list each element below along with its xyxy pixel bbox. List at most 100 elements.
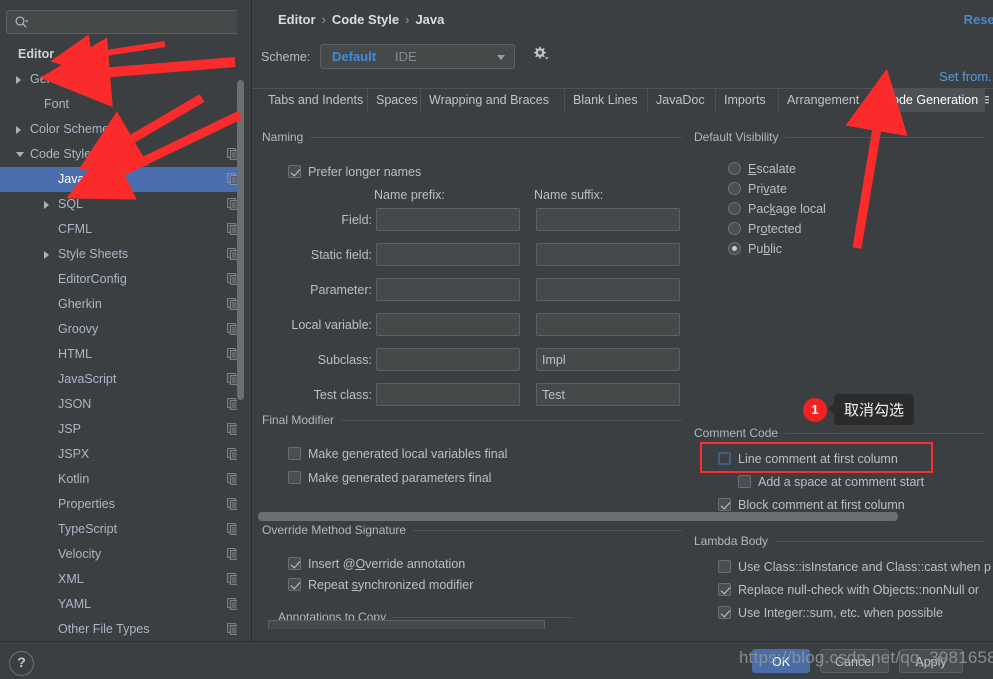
sidebar-item-xml[interactable]: XML — [0, 567, 251, 592]
sidebar-item-properties[interactable]: Properties — [0, 492, 251, 517]
sidebar-item-jspx[interactable]: JSPX — [0, 442, 251, 467]
lambda-body-checkbox[interactable] — [718, 606, 731, 619]
naming-prefix-input[interactable] — [376, 278, 520, 301]
visibility-label: Package local — [748, 202, 826, 216]
content-hscrollbar-thumb[interactable] — [258, 512, 898, 521]
naming-prefix-input[interactable] — [376, 313, 520, 336]
sidebar-item-font[interactable]: Font — [0, 92, 251, 117]
sidebar-item-general[interactable]: General — [0, 67, 251, 92]
sidebar-item-gherkin[interactable]: Gherkin — [0, 292, 251, 317]
settings-tree[interactable]: Editor General Font Color Scheme Code Style J… — [0, 42, 251, 638]
sidebar-item-color-scheme[interactable]: Color Scheme — [0, 117, 251, 142]
lambda-body-title: Lambda Body — [694, 534, 776, 548]
scheme-dropdown[interactable]: Default IDE — [320, 44, 515, 69]
tab-code-generation[interactable]: Code Generation — [875, 89, 985, 112]
sidebar-item-editor[interactable]: Editor — [0, 42, 251, 67]
breadcrumb-item[interactable]: Code Style — [332, 12, 399, 27]
naming-suffix-input[interactable] — [536, 383, 680, 406]
prefer-longer-names-checkbox[interactable] — [288, 165, 301, 178]
comment-code-checkbox[interactable] — [738, 475, 751, 488]
tab-imports[interactable]: Imports — [716, 89, 779, 112]
chevron-down-icon — [497, 55, 505, 60]
naming-suffix-input[interactable] — [536, 348, 680, 371]
breadcrumb: Editor › Code Style › Java — [278, 12, 444, 27]
sidebar-item-typescript[interactable]: TypeScript — [0, 517, 251, 542]
search-input[interactable] — [33, 13, 235, 34]
visibility-label: Public — [748, 242, 783, 256]
ok-button[interactable]: OK — [752, 649, 810, 673]
sidebar-item-code-style[interactable]: Code Style — [0, 142, 251, 167]
naming-prefix-input[interactable] — [376, 383, 520, 406]
lambda-body-label: Replace null-check with Objects::nonNull… — [738, 583, 980, 597]
sidebar-item-html[interactable]: HTML — [0, 342, 251, 367]
sidebar-item-java[interactable]: Java — [0, 167, 251, 192]
search-field[interactable] — [6, 10, 238, 34]
tab-javadoc[interactable]: JavaDoc — [648, 89, 716, 112]
comment-code-checkbox[interactable] — [718, 498, 731, 511]
visibility-radio[interactable] — [728, 242, 741, 255]
sidebar-item-label: Gherkin — [58, 297, 102, 311]
chevron-right-icon[interactable] — [44, 201, 49, 209]
chevron-down-icon[interactable] — [16, 152, 24, 157]
final-modifier-checkbox[interactable] — [288, 471, 301, 484]
sidebar-item-label: SQL — [58, 197, 84, 211]
sidebar-item-style-sheets[interactable]: Style Sheets — [0, 242, 251, 267]
tab-tabs-and-indents[interactable]: Tabs and Indents — [260, 89, 368, 112]
apply-button[interactable]: Apply — [899, 649, 963, 673]
breadcrumb-item[interactable]: Java — [415, 12, 444, 27]
naming-suffix-input[interactable] — [536, 243, 680, 266]
gear-icon[interactable] — [530, 45, 550, 65]
sidebar-item-kotlin[interactable]: Kotlin — [0, 467, 251, 492]
sidebar-item-other-file-types[interactable]: Other File Types — [0, 617, 251, 638]
naming-suffix-input[interactable] — [536, 278, 680, 301]
sidebar-item-yaml[interactable]: YAML — [0, 592, 251, 617]
settings-sidebar: Editor General Font Color Scheme Code Style J… — [0, 0, 251, 641]
naming-prefix-input[interactable] — [376, 243, 520, 266]
visibility-radio[interactable] — [728, 162, 741, 175]
chevron-right-icon[interactable] — [44, 251, 49, 259]
comment-code-checkbox[interactable] — [718, 452, 731, 465]
set-from-link[interactable]: Set from... — [939, 69, 993, 84]
naming-prefix-input[interactable] — [376, 348, 520, 371]
naming-prefix-input[interactable] — [376, 208, 520, 231]
lambda-body-checkbox[interactable] — [718, 583, 731, 596]
naming-row-label: Local variable: — [291, 318, 372, 332]
lambda-body-checkbox[interactable] — [718, 560, 731, 573]
visibility-radio[interactable] — [728, 182, 741, 195]
chevron-right-icon[interactable] — [16, 126, 21, 134]
sidebar-item-cfml[interactable]: CFML — [0, 217, 251, 242]
cancel-button[interactable]: Cancel — [820, 649, 889, 673]
sidebar-item-editorconfig[interactable]: EditorConfig — [0, 267, 251, 292]
reset-link[interactable]: Reset — [964, 12, 993, 27]
sidebar-item-sql[interactable]: SQL — [0, 192, 251, 217]
sidebar-item-groovy[interactable]: Groovy — [0, 317, 251, 342]
tab-spaces[interactable]: Spaces — [368, 89, 421, 112]
visibility-label: Private — [748, 182, 787, 196]
naming-suffix-input[interactable] — [536, 313, 680, 336]
sidebar-item-jsp[interactable]: JSP — [0, 417, 251, 442]
override-signature-checkbox[interactable] — [288, 557, 301, 570]
sidebar-item-json[interactable]: JSON — [0, 392, 251, 417]
settings-main-panel: Editor › Code Style › Java Reset Scheme: Def… — [252, 0, 993, 641]
breadcrumb-item[interactable]: Editor — [278, 12, 316, 27]
naming-row-label: Static field: — [310, 248, 372, 262]
tab-blank-lines[interactable]: Blank Lines — [565, 89, 648, 112]
sidebar-scrollbar-thumb[interactable] — [237, 80, 244, 400]
sidebar-item-javascript[interactable]: JavaScript — [0, 367, 251, 392]
sidebar-item-velocity[interactable]: Velocity — [0, 542, 251, 567]
settings-tabs[interactable]: Tabs and Indents Spaces Wrapping and Brace… — [252, 89, 993, 112]
override-signature-checkbox[interactable] — [288, 578, 301, 591]
dialog-footer: ? OK Cancel Apply — [0, 641, 993, 679]
naming-suffix-input[interactable] — [536, 208, 680, 231]
final-modifier-checkbox[interactable] — [288, 447, 301, 460]
comment-code-title: Comment Code — [694, 426, 786, 440]
tab-arrangement[interactable]: Arrangement — [779, 89, 875, 112]
scheme-name: Default — [332, 49, 377, 64]
tab-wrapping-and-braces[interactable]: Wrapping and Braces — [421, 89, 565, 112]
help-icon[interactable]: ? — [9, 651, 34, 676]
content-hscrollbar-track[interactable] — [258, 512, 980, 521]
chevron-right-icon[interactable] — [16, 76, 21, 84]
visibility-radio[interactable] — [728, 202, 741, 215]
annotations-to-copy-list[interactable] — [268, 620, 545, 629]
visibility-radio[interactable] — [728, 222, 741, 235]
